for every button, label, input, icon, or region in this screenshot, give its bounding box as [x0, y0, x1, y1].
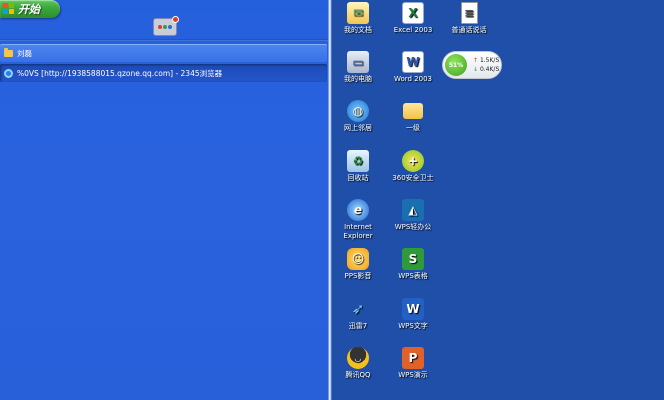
excel-icon: X: [402, 2, 424, 24]
network-icon: ◍: [347, 100, 369, 122]
desktop-icon-folder-yiji[interactable]: 一级: [387, 100, 439, 133]
thunder-icon: ➶: [351, 299, 365, 318]
desktop-icon-network[interactable]: ◍ 网上邻居: [332, 100, 384, 133]
desktop-icon-my-documents[interactable]: ✉ 我的文档: [332, 2, 384, 35]
upload-arrow-icon: ↑: [473, 57, 479, 64]
wps-office-icon: ◭: [402, 199, 424, 221]
desktop-icon-putonghua[interactable]: ≡ 普通话说话: [443, 2, 495, 35]
taskbar-item-label: 刘磊: [17, 48, 32, 58]
net-usage-percent: 51%: [445, 54, 467, 76]
desktop-icon-internet-explorer[interactable]: e Internet Explorer: [332, 199, 384, 241]
browser-icon: [4, 68, 13, 78]
word-icon: W: [402, 51, 424, 73]
desktop-icon-360[interactable]: + 360安全卫士: [387, 150, 439, 183]
desktop-icon-word[interactable]: W Word 2003: [387, 51, 439, 84]
document-icon: ≡: [460, 2, 478, 24]
360-security-icon: +: [402, 150, 424, 172]
download-arrow-icon: ↓: [473, 66, 479, 73]
2345-browser-icon: [158, 25, 173, 29]
download-rate: ↓ 0.4K/S: [473, 66, 500, 73]
taskbar: 开始 刘磊 %0ⅤS [http://1938588015.qzone.qq.c…: [0, 0, 330, 400]
recycle-bin-icon: ♻: [347, 150, 369, 172]
wps-spreadsheet-icon: S: [402, 248, 424, 270]
start-label: 开始: [18, 3, 40, 16]
upload-rate: ↑ 1.5K/S: [473, 57, 500, 64]
pps-icon: ☺: [347, 248, 369, 270]
taskbar-item-folder[interactable]: 刘磊: [0, 44, 327, 62]
folder-icon: [4, 47, 13, 57]
taskbar-item-browser[interactable]: %0ⅤS [http://1938588015.qzone.qq.com] - …: [0, 64, 327, 82]
my-documents-icon: ✉: [347, 2, 369, 24]
wps-writer-icon: W: [402, 298, 424, 320]
qq-icon: ◡: [347, 347, 369, 369]
windows-logo-icon: [3, 3, 15, 15]
desktop-icon-thunder[interactable]: ➶ 迅雷7: [332, 298, 384, 331]
desktop-icon-wps-presentation[interactable]: P WPS演示: [387, 347, 439, 380]
start-button[interactable]: 开始: [0, 0, 60, 18]
quick-launch-2345-browser[interactable]: [153, 16, 179, 36]
my-computer-icon: ▭: [347, 51, 369, 73]
desktop-icon-pps[interactable]: ☺ PPS影音: [332, 248, 384, 281]
network-speed-widget[interactable]: 51% ↑ 1.5K/S ↓ 0.4K/S: [442, 51, 502, 79]
folder-icon: [403, 103, 423, 119]
desktop-icon-my-computer[interactable]: ▭ 我的电脑: [332, 51, 384, 84]
quick-launch-separator: [0, 39, 330, 41]
wps-presentation-icon: P: [402, 347, 424, 369]
desktop-icon-qq[interactable]: ◡ 腾讯QQ: [332, 347, 384, 380]
desktop-icon-wps-spreadsheet[interactable]: S WPS表格: [387, 248, 439, 281]
taskbar-item-label: %0ⅤS [http://1938588015.qzone.qq.com] - …: [17, 68, 223, 78]
desktop-icon-wps-office[interactable]: ◭ WPS轻办公: [387, 199, 439, 232]
ie-icon: e: [347, 199, 369, 221]
notification-badge: [172, 16, 179, 23]
desktop-icon-recycle-bin[interactable]: ♻ 回收站: [332, 150, 384, 183]
desktop-icon-wps-writer[interactable]: W WPS文字: [387, 298, 439, 331]
desktop-icon-excel[interactable]: X Excel 2003: [387, 2, 439, 35]
